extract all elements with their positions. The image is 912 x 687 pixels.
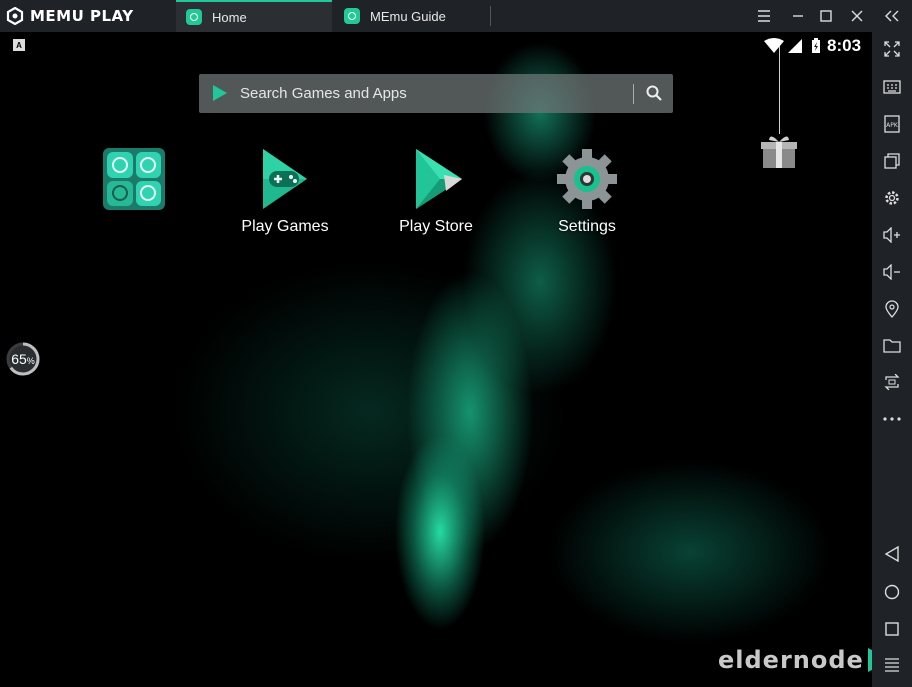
multi-window-icon bbox=[884, 153, 900, 169]
progress-value: 65% bbox=[11, 351, 35, 367]
apk-icon: APK bbox=[884, 115, 900, 133]
settings-button[interactable] bbox=[880, 186, 904, 210]
recents-button[interactable] bbox=[880, 617, 904, 641]
folder-app-3 bbox=[107, 180, 133, 206]
guide-tab-icon bbox=[344, 8, 360, 24]
location-icon bbox=[885, 300, 899, 318]
watermark: eldernode bbox=[718, 644, 872, 676]
volume-down-button[interactable] bbox=[880, 260, 904, 284]
search-placeholder: Search Games and Apps bbox=[240, 85, 407, 102]
title-bar: MEMU PLAY Home MEmu Guide bbox=[0, 0, 912, 32]
play-store-label: Play Store bbox=[399, 218, 473, 235]
more-button[interactable] bbox=[880, 407, 904, 431]
close-button[interactable] bbox=[845, 4, 869, 28]
back-icon bbox=[885, 546, 899, 562]
more-icon bbox=[883, 417, 901, 421]
tab-divider bbox=[490, 6, 491, 26]
shared-folder-button[interactable] bbox=[880, 334, 904, 358]
search-divider bbox=[633, 84, 634, 104]
gear-icon bbox=[885, 191, 899, 205]
volume-down-icon bbox=[883, 264, 900, 280]
play-games-label: Play Games bbox=[241, 218, 329, 235]
app-play-games[interactable]: Play Games bbox=[225, 147, 345, 236]
battery-icon bbox=[812, 38, 820, 53]
home-circle-icon bbox=[884, 584, 900, 600]
wifi-icon bbox=[764, 38, 784, 53]
app-settings[interactable]: Settings bbox=[527, 147, 647, 236]
recents-square-icon bbox=[885, 622, 899, 636]
collapse-sidebar-button[interactable] bbox=[880, 4, 904, 28]
progress-widget[interactable]: 65% bbox=[4, 340, 42, 378]
tab-home[interactable]: Home bbox=[176, 0, 332, 32]
folder-app-4 bbox=[135, 180, 161, 206]
memu-logo-icon bbox=[6, 7, 24, 25]
play-store-icon bbox=[416, 149, 462, 209]
search-bar[interactable]: Search Games and Apps bbox=[199, 74, 673, 113]
minimize-icon bbox=[793, 15, 803, 17]
volume-up-icon bbox=[883, 227, 900, 243]
folder-app-2 bbox=[135, 152, 161, 178]
app-play-store[interactable]: Play Store bbox=[376, 147, 496, 236]
volume-up-button[interactable] bbox=[880, 223, 904, 247]
app-name: MEMU PLAY bbox=[30, 7, 134, 25]
app-logo: MEMU PLAY bbox=[6, 6, 134, 26]
home-button[interactable] bbox=[880, 580, 904, 604]
minimize-button[interactable] bbox=[786, 4, 810, 28]
play-games-icon bbox=[263, 149, 307, 209]
folder-icon bbox=[883, 339, 901, 353]
maximize-button[interactable] bbox=[814, 4, 838, 28]
menu-icon bbox=[758, 10, 770, 22]
keyboard-button[interactable] bbox=[880, 75, 904, 99]
signal-icon bbox=[788, 39, 802, 53]
svg-text:APK: APK bbox=[886, 122, 899, 129]
tab-memu-guide[interactable]: MEmu Guide bbox=[334, 0, 490, 32]
fullscreen-button[interactable] bbox=[880, 37, 904, 61]
gift-icon[interactable] bbox=[760, 134, 798, 170]
location-button[interactable] bbox=[880, 297, 904, 321]
apps-folder[interactable] bbox=[103, 148, 165, 210]
menu-lines-icon bbox=[885, 658, 899, 672]
toolbar-menu-button[interactable] bbox=[880, 653, 904, 677]
tab-guide-label: MEmu Guide bbox=[370, 8, 446, 24]
play-store-small-icon bbox=[213, 85, 227, 101]
settings-label: Settings bbox=[558, 218, 616, 235]
search-icon[interactable] bbox=[645, 84, 663, 102]
maximize-icon bbox=[820, 10, 832, 22]
android-screen[interactable]: A 8:03 Search Games and Apps Play Games bbox=[0, 32, 872, 687]
settings-icon bbox=[557, 149, 617, 209]
keyboard-icon bbox=[883, 80, 901, 94]
apk-button[interactable]: APK bbox=[880, 112, 904, 136]
rotate-icon bbox=[884, 374, 900, 390]
status-clock: 8:03 bbox=[827, 36, 862, 55]
double-chevron-left-icon bbox=[885, 10, 899, 22]
back-button[interactable] bbox=[880, 542, 904, 566]
folder-app-1 bbox=[107, 152, 133, 178]
right-toolbar: APK bbox=[872, 32, 912, 687]
watermark-text: eldernode bbox=[718, 646, 864, 674]
home-tab-icon bbox=[186, 9, 202, 25]
keyboard-indicator: A bbox=[13, 39, 25, 51]
fullscreen-icon bbox=[884, 41, 900, 57]
menu-button[interactable] bbox=[752, 4, 776, 28]
tab-home-label: Home bbox=[212, 9, 247, 25]
multi-window-button[interactable] bbox=[880, 149, 904, 173]
gift-string bbox=[779, 46, 780, 134]
rotate-button[interactable] bbox=[880, 370, 904, 394]
close-icon bbox=[851, 10, 863, 22]
